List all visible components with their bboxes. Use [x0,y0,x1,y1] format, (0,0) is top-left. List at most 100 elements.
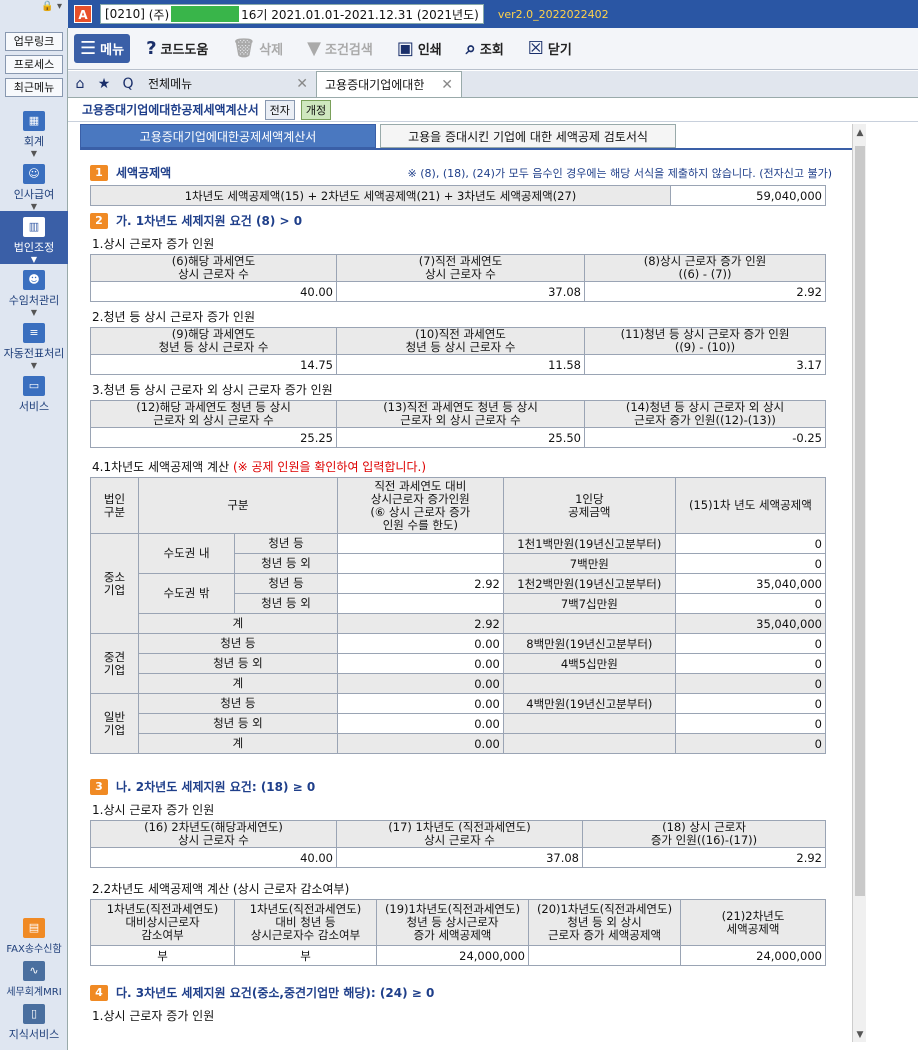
credit-cell: 0 [674,653,827,674]
process-button[interactable]: 프로세스 [5,55,63,74]
increase-cell[interactable]: 2.92 [336,573,504,594]
database-icon: ≡ [23,323,45,343]
increase-cell[interactable]: 0.00 [336,633,504,654]
sidebar-item-accounting[interactable]: ▦ 회계 ▼ [0,105,68,158]
star-icon[interactable]: ★ [92,76,116,92]
sidebar-item-knowledge[interactable]: ▯ 지식서비스 [0,998,68,1042]
col-header-line: 상시 근로자 수 [424,833,495,847]
sidebar-item-fax[interactable]: ▤ FAX송수신함 [0,912,68,955]
credit-cell: 0 [674,633,827,654]
col-header-line: (17) 1차년도 (직전과세연도) [388,820,531,834]
section-note: ※ (8), (18), (24)가 모두 음수인 경우에는 해당 서식을 제출… [407,166,832,180]
col-header-line: 근로자 증가 인원((12)-(13)) [634,413,776,427]
col-header-line: 상시 근로자 수 [178,267,249,281]
value-cell[interactable]: 37.08 [336,847,583,868]
sidebar-item-service[interactable]: ▭ 서비스 [0,370,68,414]
company-selector[interactable]: [0210] (주) 16기 2021.01.01-2021.12.31 (20… [100,4,484,24]
value-cell[interactable]: 14.75 [90,354,337,375]
col-header-line: ((9) - (10)) [674,340,736,354]
scroll-down-icon[interactable]: ▼ [853,1030,867,1040]
row-header: 청년 등 [234,573,338,594]
row-header: 청년 등 외 [234,553,338,574]
subtab-review[interactable]: 고용을 증대시킨 기업에 대한 세액공제 검토서식 [380,124,676,148]
filter-icon: ▼ [307,38,321,59]
trash-icon: 🗑 [232,38,256,59]
value-cell[interactable]: -0.25 [584,427,826,448]
value-cell[interactable]: 11.58 [336,354,585,375]
credit-cell: 0 [674,733,827,754]
section-number: 3 [90,778,108,795]
view-button[interactable]: ⌕ 조회 [466,38,504,59]
close-button[interactable]: ☒ 닫기 [528,38,572,59]
tab-bar: ⌂ ★ Q 전체메뉴 ✕ 고용증대기업에대한 ✕ [68,71,918,98]
recent-menu-button[interactable]: 최근메뉴 [5,78,63,97]
value-cell[interactable]: 25.25 [90,427,337,448]
amount-cell [502,613,676,634]
value-cell: 24,000,000 [680,945,826,966]
code-help-button[interactable]: ? 코드도움 [146,38,208,59]
lock-icon[interactable]: 🔒 ▾ [0,0,68,28]
row-header: 수도권 밖 [137,573,236,614]
form-content: 고용증대기업에대한공제세액계산서 고용을 증대시킨 기업에 대한 세액공제 검토… [80,124,852,1050]
sidebar-item-payroll[interactable]: ☺ 인사급여 ▼ [0,158,68,211]
youth-increase-table: (9)해당 과세연도 청년 등 상시 근로자 수 (10)직전 과세연도 청년 등 상… [90,327,826,375]
sidebar-item-client-mgmt[interactable]: ☻ 수임처관리 ▼ [0,264,68,317]
amount-cell [502,733,676,754]
value-cell[interactable]: 3.17 [584,354,826,375]
decrease-flag-cell[interactable]: 부 [234,945,377,966]
home-icon[interactable]: ⌂ [68,76,92,92]
increase-cell: 0.00 [336,733,504,754]
scrollbar-thumb[interactable] [855,146,865,896]
row-header: 중소 기업 [90,533,139,634]
increase-cell[interactable] [336,593,504,614]
electronic-chip[interactable]: 전자 [264,99,295,120]
row-header: 청년 등 외 [138,713,338,734]
value-cell[interactable]: 40.00 [90,847,337,868]
col-header-line: 증가 인원((16)-(17)) [650,833,758,847]
increase-cell[interactable]: 0.00 [336,693,504,714]
scroll-up-icon[interactable]: ▲ [853,128,867,138]
menu-button[interactable]: ☰ 메뉴 [74,34,131,63]
sidebar-item-corporate-adjust[interactable]: ▥ 법인조정 ▼ [0,211,68,264]
decrease-flag-cell[interactable]: 부 [90,945,235,966]
sidebar-item-auto-voucher[interactable]: ≡ 자동전표처리 ▼ [0,317,68,370]
total-value[interactable]: 59,040,000 [670,185,826,206]
increase-cell[interactable] [336,553,504,574]
condition-search-button[interactable]: ▼ 조건검색 [307,38,373,59]
vertical-scrollbar[interactable]: ▲ ▼ [852,124,866,1042]
value-cell[interactable]: 2.92 [582,847,826,868]
quick-link-button[interactable]: 업무링크 [5,32,63,51]
value-cell[interactable]: 24,000,000 [376,945,529,966]
close-icon[interactable]: ✕ [441,72,453,98]
amount-cell: 7백만원 [502,553,676,574]
subtab-calc[interactable]: 고용증대기업에대한공제세액계산서 [80,124,376,148]
warning-text: (※ 공제 인원을 확인하여 입력합니다.) [232,460,427,474]
tab-current[interactable]: 고용증대기업에대한 ✕ [316,71,462,97]
table-row: 계 0.00 0 [91,673,827,694]
search-icon[interactable]: Q [116,76,140,92]
value-cell[interactable]: 25.50 [336,427,585,448]
value-cell[interactable]: 40.00 [90,281,337,302]
increase-cell[interactable]: 0.00 [336,653,504,674]
table-row: 수도권 밖 청년 등 2.92 1천2백만원(19년신고분부터) 35,040,000 [91,573,827,614]
value-cell[interactable]: 37.08 [336,281,585,302]
increase-cell[interactable]: 0.00 [336,713,504,734]
delete-button[interactable]: 🗑 삭제 [232,38,283,59]
amount-cell: 8백만원(19년신고분부터) [502,633,676,654]
value-cell[interactable]: 2.92 [584,281,826,302]
sidebar-item-mri[interactable]: ∿ 세무회계MRI [0,955,68,998]
section-title: 가. 1차년도 세제지원 요건 (8) > 0 [116,214,303,228]
col-header-line: (13)직전 과세연도 청년 등 상시 [383,400,538,414]
value-cell[interactable] [528,945,681,966]
title-bar: 🔒 ▾ A [0210] (주) 16기 2021.01.01-2021.12.… [0,0,918,28]
print-button[interactable]: ▣ 인쇄 [397,38,442,59]
close-label: 닫기 [547,43,572,58]
tab-all-menu[interactable]: 전체메뉴 ✕ [140,71,316,97]
revised-chip[interactable]: 개정 [300,99,332,120]
section-title: 다. 3차년도 세제지원 요건(중소,중견기업만 해당): (24) ≥ 0 [116,986,435,1000]
fiscal-period: 16기 2021.01.01-2021.12.31 (2021년도) [241,7,479,22]
close-icon[interactable]: ✕ [296,71,308,97]
col-header-line: 직전 과세연도 대비 [374,478,467,493]
increase-cell[interactable] [336,533,504,554]
first-year-credit-table: 법인 구분 구분 직전 과세연도 대비 상시근로자 증가인원 (⑥ 상시 근로자 증… [90,477,827,754]
